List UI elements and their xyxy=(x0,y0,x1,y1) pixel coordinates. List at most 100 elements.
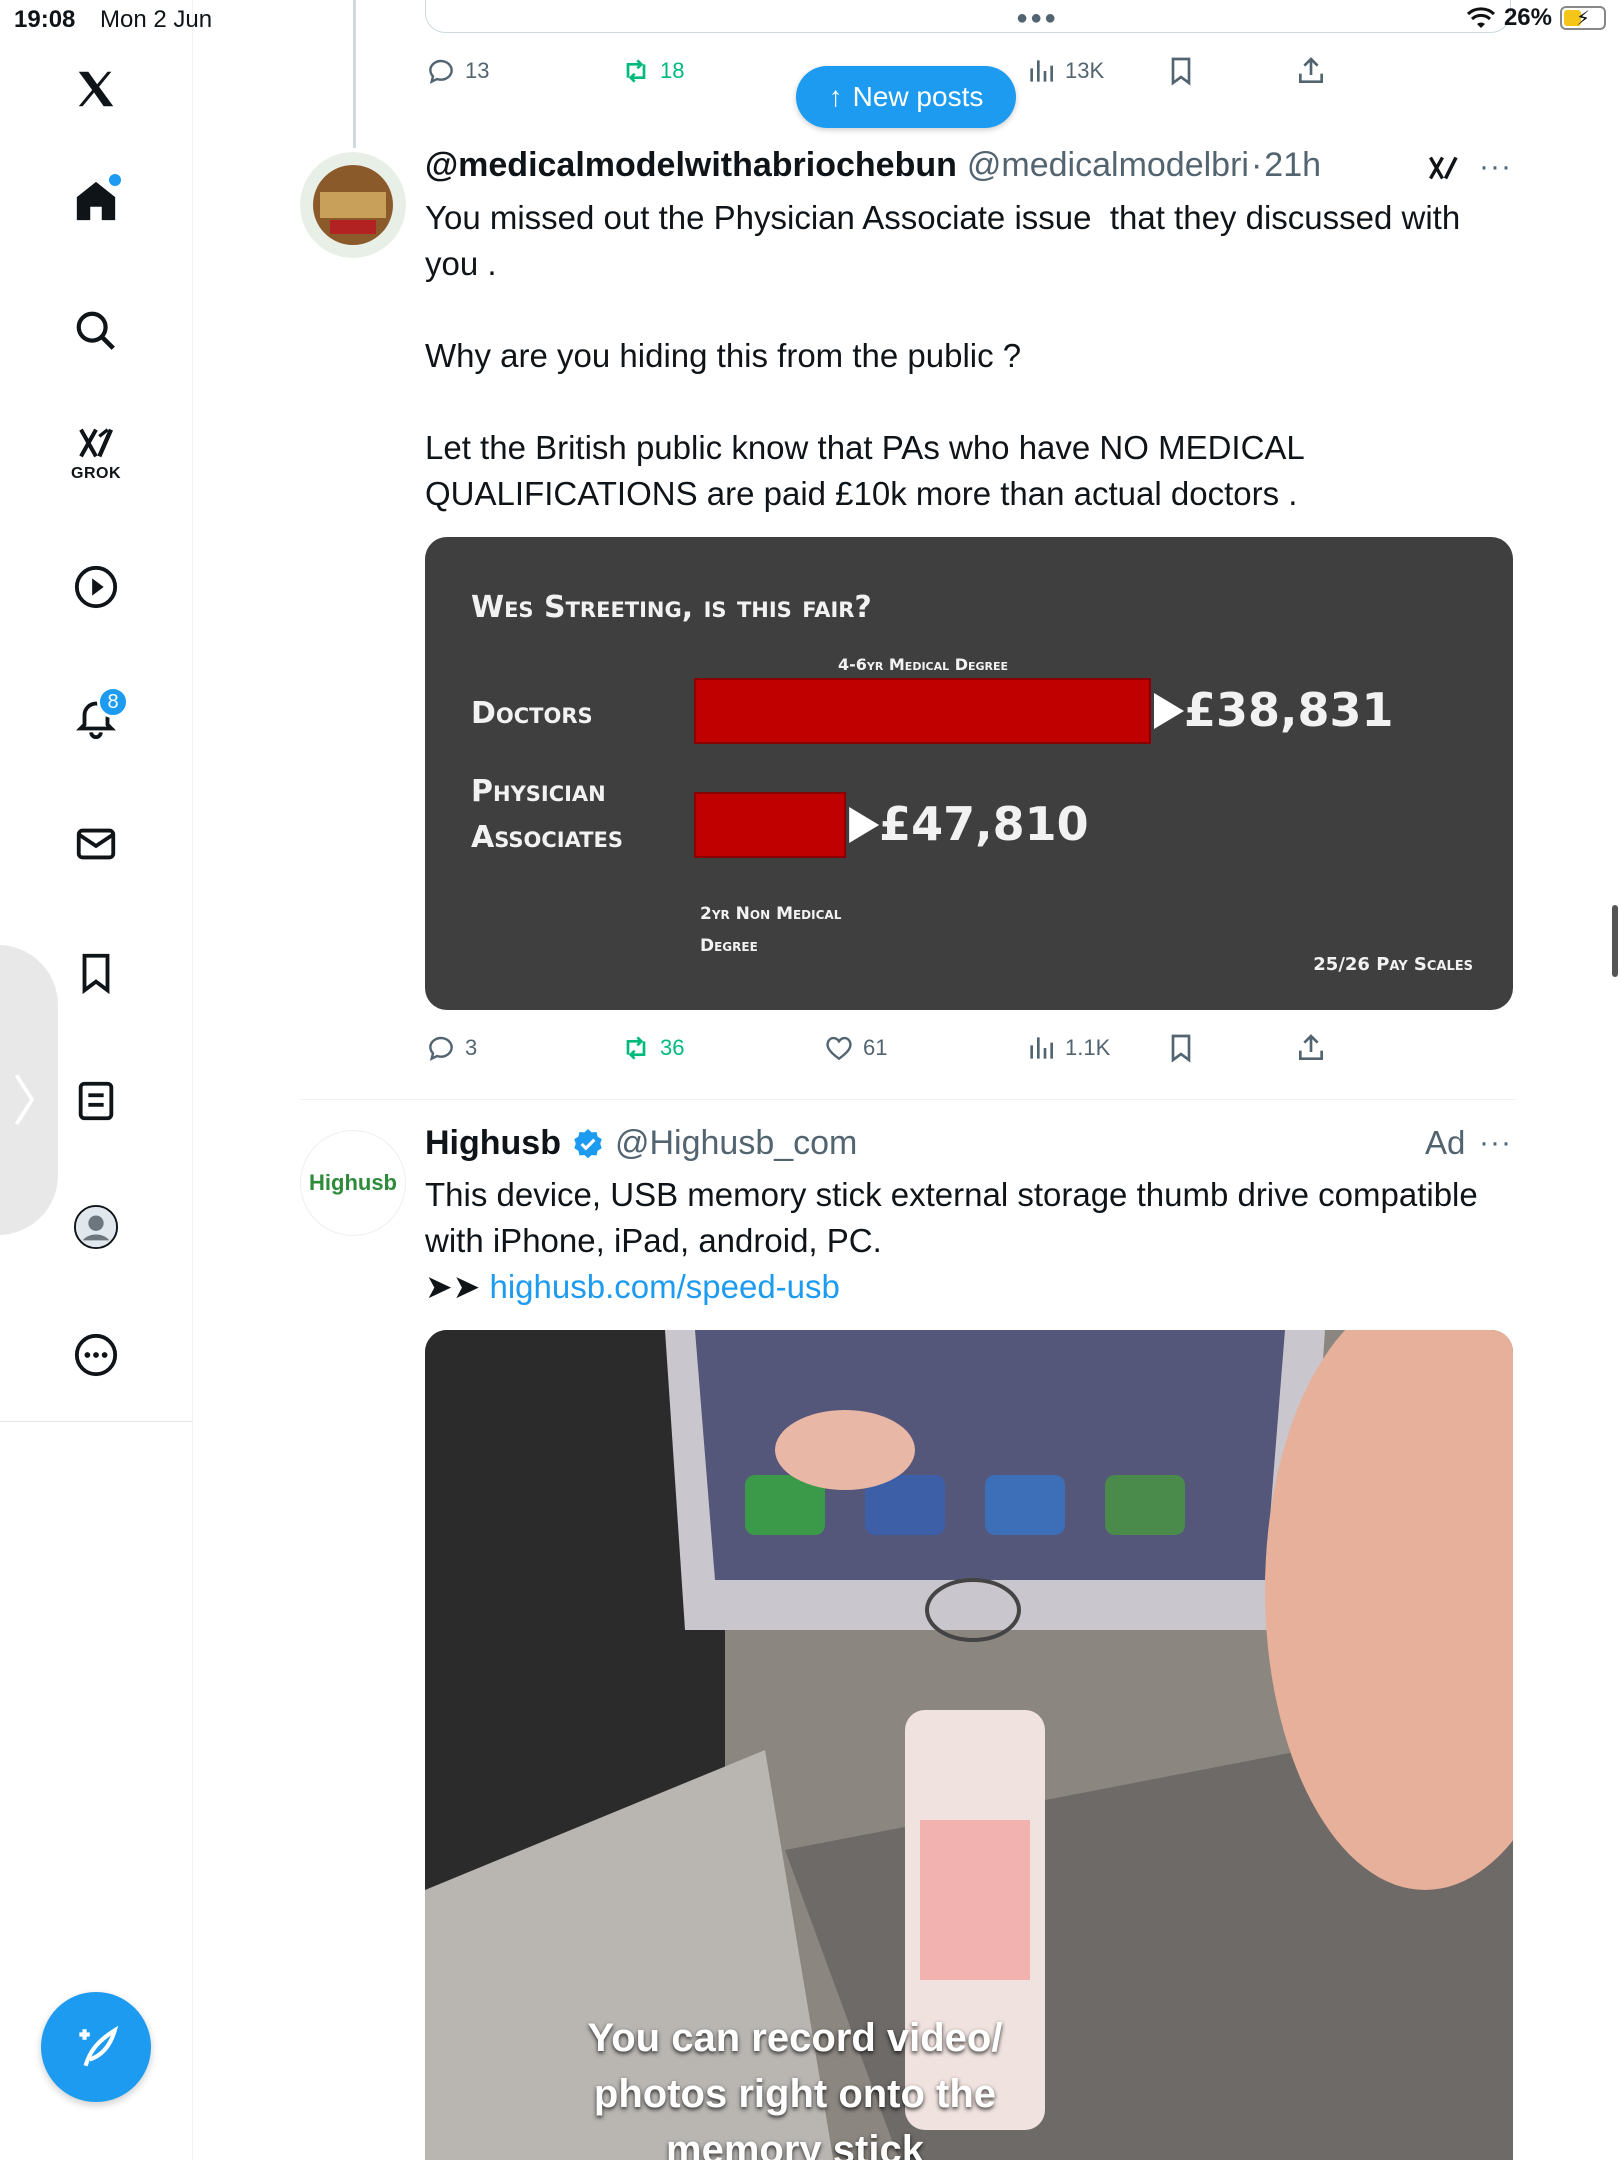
views-icon xyxy=(1030,1037,1053,1059)
pay-chart: Wes Streeting, is this fair? Doctors £38,… xyxy=(471,590,1473,975)
ad-author-handle[interactable]: @Highusb_com xyxy=(615,1124,857,1163)
chart-bar-note: Degree xyxy=(700,936,758,956)
wifi-icon xyxy=(1466,7,1495,28)
home-icon[interactable] xyxy=(55,160,137,242)
views-count: 1.1K xyxy=(1065,1035,1111,1060)
sidebar: GROK 8 〉 xyxy=(0,0,193,2160)
heart-icon xyxy=(826,1036,852,1061)
new-posts-button[interactable]: ↑ New posts xyxy=(796,66,1016,128)
prev-repost-button[interactable]: 18 xyxy=(620,55,684,87)
like-button[interactable]: 61 xyxy=(823,1032,887,1064)
ad-video-caption: You can record video/ photos right onto … xyxy=(587,2016,1003,2160)
battery-icon: ⚡ xyxy=(1560,6,1606,30)
grok-icon[interactable] xyxy=(1426,150,1462,186)
share-icon xyxy=(1299,57,1323,83)
feather-plus-icon xyxy=(79,2025,119,2067)
bookmark-icon xyxy=(1171,1034,1191,1063)
more-options-icon[interactable] xyxy=(55,1314,137,1396)
chart-arrow xyxy=(849,807,880,843)
repost-count: 36 xyxy=(660,1035,685,1060)
chart-category-label: Associates xyxy=(471,820,623,855)
timeline: ●●● 13 18 13K ↑ New posts @medicalmodelw… xyxy=(193,0,1603,2160)
bookmark-icon xyxy=(1171,57,1191,86)
reply-icon xyxy=(429,1036,453,1061)
tweet-header: @medicalmodelwithabriochebun @medicalmod… xyxy=(425,146,1321,185)
tweet-time[interactable]: 21h xyxy=(1264,146,1321,185)
ad-link[interactable]: highusb.com/speed-usb xyxy=(489,1268,839,1305)
share-icon xyxy=(1299,1034,1323,1060)
x-logo-icon[interactable] xyxy=(55,48,137,130)
tweet-divider xyxy=(300,1099,1516,1100)
arrow-icons: ➤➤ xyxy=(425,1268,490,1305)
arrow-up-icon: ↑ xyxy=(828,81,843,112)
views-button[interactable]: 1.1K xyxy=(1025,1032,1110,1064)
ad-text: This device, USB memory stick external s… xyxy=(425,1172,1515,1310)
chart-bar xyxy=(694,678,1151,744)
status-time: 19:08 xyxy=(14,6,76,33)
prev-repost-count: 18 xyxy=(660,58,685,83)
ad-author-name[interactable]: Highusb xyxy=(425,1124,561,1163)
repost-button[interactable]: 36 xyxy=(620,1032,684,1064)
chart-footnote: 25/26 Pay Scales xyxy=(1313,954,1473,975)
bookmarks-icon[interactable] xyxy=(55,932,137,1014)
grok-nav-item[interactable]: GROK xyxy=(55,412,137,494)
tweet-text: You missed out the Physician Associate i… xyxy=(425,199,1461,512)
ad-text-body: This device, USB memory stick external s… xyxy=(425,1176,1487,1259)
ad-avatar-text: Highusb xyxy=(309,1170,397,1195)
chart-bar-note: 2yr Non Medical xyxy=(700,904,842,924)
tweet-author-name[interactable]: @medicalmodelwithabriochebun xyxy=(425,146,957,185)
prev-reply-button[interactable]: 13 xyxy=(425,55,489,87)
battery-percent: 26% xyxy=(1503,4,1552,31)
reply-icon xyxy=(429,59,453,84)
notifications-icon[interactable]: 8 xyxy=(55,676,137,758)
prev-views-button[interactable]: 13K xyxy=(1025,55,1104,87)
bookmark-button[interactable] xyxy=(1165,1032,1197,1064)
tweet-author-handle[interactable]: @medicalmodelbri xyxy=(967,146,1249,185)
chevron-right-icon: 〉 xyxy=(12,1072,66,1132)
tweet-author-avatar[interactable] xyxy=(300,152,406,258)
prev-share-button[interactable] xyxy=(1295,55,1327,87)
chart-value-label: £38,831 xyxy=(1184,683,1394,737)
chart-title: Wes Streeting, is this fair? xyxy=(471,590,872,625)
repost-icon xyxy=(626,59,646,83)
sidebar-divider xyxy=(0,1421,193,1422)
ad-header: Highusb @Highusb_com xyxy=(425,1124,857,1163)
prev-bookmark-button[interactable] xyxy=(1165,55,1197,87)
chart-category-label: Physician xyxy=(471,774,606,809)
chart-bar xyxy=(694,792,847,858)
scrollbar[interactable] xyxy=(1612,905,1618,977)
messages-icon[interactable] xyxy=(55,803,137,885)
views-icon xyxy=(1030,60,1053,82)
tweet-action-bar: 3 36 61 1.1K xyxy=(425,1030,1425,1070)
tweet-more-icon[interactable]: ··· xyxy=(1479,150,1512,184)
grok-label: GROK xyxy=(71,465,121,482)
notifications-badge: 8 xyxy=(97,686,129,718)
chart-bar-note: 4-6yr Medical Degree xyxy=(838,655,1008,674)
lists-icon[interactable] xyxy=(55,1060,137,1142)
drawer-handle[interactable]: 〉 xyxy=(0,945,66,1235)
repost-icon xyxy=(626,1036,646,1060)
tweet-chart-image[interactable]: Wes Streeting, is this fair? Doctors £38,… xyxy=(425,537,1513,1010)
chart-arrow xyxy=(1154,693,1184,729)
chart-value-label: £47,810 xyxy=(879,797,1089,851)
compose-post-button[interactable] xyxy=(41,1992,151,2102)
chart-category-label: Doctors xyxy=(471,696,593,731)
video-icon[interactable] xyxy=(55,546,137,628)
ad-label: Ad xyxy=(1425,1124,1466,1161)
like-count: 61 xyxy=(863,1035,888,1060)
tweet-separator: · xyxy=(1250,146,1263,184)
reply-count: 3 xyxy=(465,1035,478,1060)
prev-views-count: 13K xyxy=(1065,58,1105,83)
profile-avatar-icon[interactable] xyxy=(55,1186,137,1268)
home-unread-dot xyxy=(109,174,121,186)
ad-video[interactable]: You can record video/ photos right onto … xyxy=(425,1330,1513,2160)
verified-badge-icon xyxy=(574,1128,602,1158)
reply-button[interactable]: 3 xyxy=(425,1032,477,1064)
search-icon[interactable] xyxy=(55,290,137,372)
prev-reply-count: 13 xyxy=(465,58,490,83)
grok-icon xyxy=(79,428,113,458)
share-button[interactable] xyxy=(1295,1032,1327,1064)
ad-more-icon[interactable]: ··· xyxy=(1479,1126,1512,1160)
status-date: Mon 2 Jun xyxy=(100,6,213,33)
ad-author-avatar[interactable]: Highusb xyxy=(300,1130,406,1236)
